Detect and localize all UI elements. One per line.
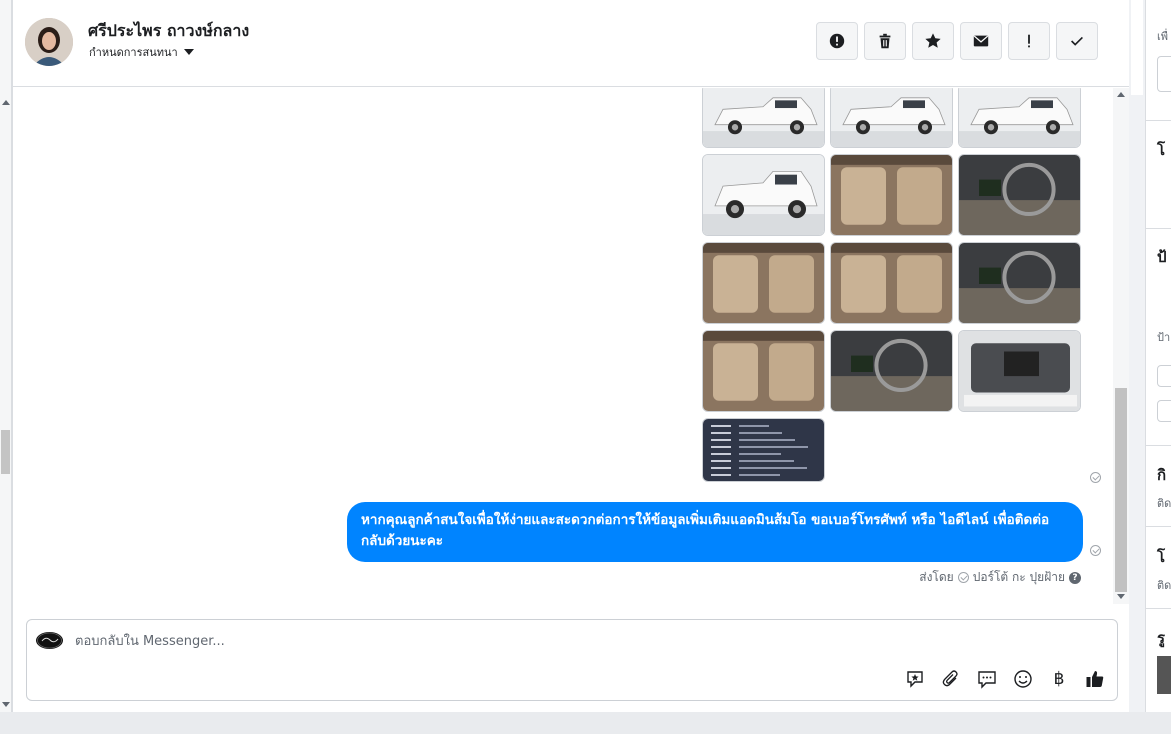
car-photo-thumbnail[interactable] [830,154,953,236]
contact-name: ศรีประไพร ถาวงษ์กลาง [88,21,250,40]
scroll-down-arrow-icon[interactable] [1117,594,1125,599]
conversation-panel: ศรีประไพร ถาวงษ์กลาง กำหนดการสนทนา หากคุ… [12,0,1130,712]
attach-icon [942,670,958,687]
alert-circle-icon [829,33,845,49]
conversation-header: ศรีประไพร ถาวงษ์กลาง กำหนดการสนทนา [13,0,1130,87]
car-photo-thumbnail[interactable] [702,242,825,324]
sent-by-name: ปอร์โต้ กะ ปุยฝ้าย [972,570,1065,584]
verified-icon [957,572,969,583]
car-photo-thumbnail[interactable] [958,242,1081,324]
sidebar-scrollbar[interactable] [1129,0,1145,712]
emoji-button[interactable] [1011,667,1035,691]
sidebar-sub: เพื่ [1157,30,1169,43]
sidebar-divider [1146,228,1171,229]
sent-by-line: ส่งโดย ปอร์โต้ กะ ปุยฝ้าย ? [919,568,1081,587]
emoji-icon [1014,670,1032,688]
sidebar-heading: รู [1157,629,1166,647]
bottom-bar [0,712,1171,734]
payment-button[interactable]: ฿ [1047,667,1071,691]
car-photo-thumbnail[interactable] [958,154,1081,236]
saved-reply-button[interactable] [903,667,927,691]
attach-button[interactable] [939,667,963,691]
sidebar-sub: ติด [1157,497,1171,510]
message-scrollbar[interactable] [1113,88,1129,604]
sidebar-heading: ป้ [1157,248,1167,266]
scroll-down-arrow-icon[interactable] [2,702,10,707]
conversation-toolbar [816,22,1098,60]
check-icon [1071,36,1083,46]
message-thread[interactable]: หากคุณลูกค้าสนใจเพื่อให้ง่ายและสะดวกต่อก… [13,88,1113,604]
contact-avatar[interactable] [25,18,73,66]
car-photo-thumbnail[interactable] [958,88,1081,148]
scroll-thumb[interactable] [1131,0,1143,95]
car-photo-thumbnail[interactable] [830,242,953,324]
customer-info-sidebar: เพื่ โ ป้ ป้า กิ ติด โ ติด รู [1145,0,1171,712]
assign-label: กำหนดการสนทนา [89,46,178,59]
car-photo-thumbnail[interactable] [702,418,825,482]
sidebar-sub: ติด [1157,579,1171,592]
car-photo-thumbnail[interactable] [830,330,953,412]
sidebar-photo-thumb[interactable] [1157,656,1171,694]
outgoing-message-bubble[interactable]: หากคุณลูกค้าสนใจเพื่อให้ง่ายและสะดวกต่อก… [347,502,1083,562]
reply-input[interactable] [75,630,875,652]
left-scrollbar[interactable] [0,0,12,712]
trash-icon [879,33,891,49]
mark-done-button[interactable] [1056,22,1098,60]
sidebar-input[interactable] [1157,56,1171,92]
like-button[interactable] [1083,667,1107,691]
sidebar-checkbox[interactable] [1157,400,1171,422]
spam-button[interactable] [816,22,858,60]
thumbs-up-icon [1086,671,1104,687]
envelope-icon [973,35,989,47]
mark-unread-button[interactable] [960,22,1002,60]
delete-button[interactable] [864,22,906,60]
car-photo-thumbnail[interactable] [702,88,825,148]
car-photo-thumbnail[interactable] [702,154,825,236]
sidebar-heading: กิ [1157,466,1167,484]
chat-bubble-icon [978,671,996,689]
sidebar-checkbox[interactable] [1157,365,1171,387]
car-photo-thumbnail[interactable] [702,330,825,412]
star-button[interactable] [912,22,954,60]
baht-icon: ฿ [1053,669,1065,689]
follow-up-button[interactable] [1008,22,1050,60]
composer-tools: ฿ [903,667,1107,691]
seen-check-icon [1090,545,1101,556]
scroll-thumb[interactable] [1,430,10,474]
sent-by-prefix: ส่งโดย [919,570,954,584]
messenger-inbox: ศรีประไพร ถาวงษ์กลาง กำหนดการสนทนา หากคุ… [0,0,1171,734]
message-text: หากคุณลูกค้าสนใจเพื่อให้ง่ายและสะดวกต่อก… [361,512,1050,549]
reply-composer: ฿ [26,619,1118,701]
star-icon [925,33,941,48]
sidebar-heading: โ [1157,548,1166,566]
scroll-up-arrow-icon[interactable] [1117,92,1125,97]
sidebar-divider [1146,526,1171,527]
page-avatar [36,632,63,649]
car-photo-thumbnail[interactable] [830,88,953,148]
sidebar-divider [1146,120,1171,121]
caret-down-icon [183,49,194,55]
seen-check-icon [1090,472,1101,483]
saved-reply-icon [907,671,923,688]
sidebar-divider [1146,608,1171,609]
sidebar-heading: โ [1157,141,1166,159]
quick-reply-button[interactable] [975,667,999,691]
car-photo-thumbnail[interactable] [958,330,1081,412]
scroll-up-arrow-icon[interactable] [2,100,10,105]
sidebar-divider [1146,445,1171,446]
exclamation-icon [1028,34,1030,48]
assign-conversation-dropdown[interactable]: กำหนดการสนทนา [89,43,194,61]
help-icon[interactable]: ? [1069,571,1081,584]
scroll-thumb[interactable] [1115,388,1127,592]
sidebar-sub: ป้า [1157,331,1171,344]
